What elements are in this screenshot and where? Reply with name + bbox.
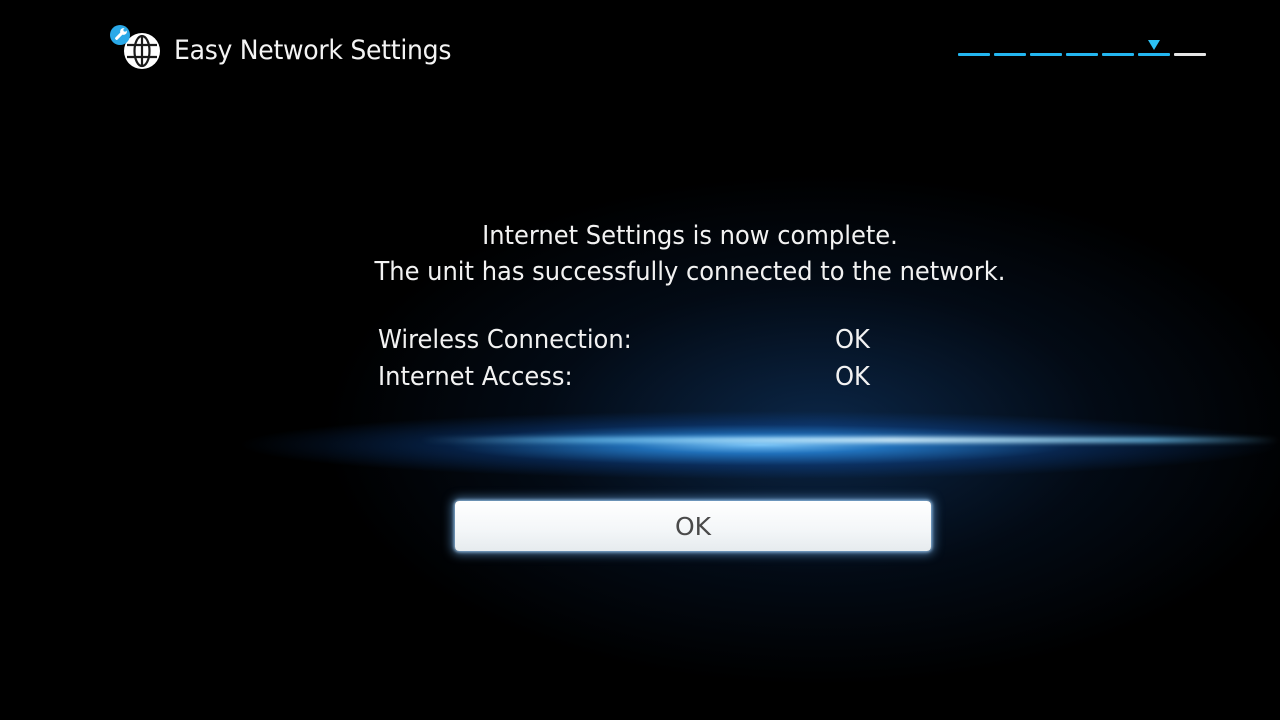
step-progress-indicator bbox=[958, 38, 1208, 62]
step-segment bbox=[1030, 53, 1062, 56]
step-segment bbox=[1138, 53, 1170, 56]
background-glow-streak bbox=[420, 437, 1280, 443]
app-title: Easy Network Settings bbox=[174, 34, 452, 66]
status-value: OK bbox=[835, 325, 870, 355]
header: Easy Network Settings bbox=[108, 20, 472, 80]
network-settings-screen: Easy Network Settings Internet Settings … bbox=[0, 0, 1280, 720]
step-segment bbox=[958, 53, 990, 56]
current-step-marker-icon bbox=[1148, 40, 1160, 50]
step-segment bbox=[1174, 53, 1206, 56]
ok-button[interactable]: OK bbox=[455, 501, 931, 551]
step-segment bbox=[994, 53, 1026, 56]
status-row-wireless: Wireless Connection: OK bbox=[378, 325, 938, 361]
connection-message: The unit has successfully connected to t… bbox=[374, 257, 1006, 287]
network-globe-wrench-icon bbox=[108, 24, 164, 76]
status-label: Wireless Connection: bbox=[378, 325, 632, 355]
status-value: OK bbox=[835, 362, 870, 392]
status-row-internet: Internet Access: OK bbox=[378, 362, 938, 398]
background-glow bbox=[200, 405, 1280, 485]
status-label: Internet Access: bbox=[378, 362, 573, 392]
step-segment bbox=[1102, 53, 1134, 56]
step-segment bbox=[1066, 53, 1098, 56]
completion-message: Internet Settings is now complete. bbox=[482, 221, 898, 251]
